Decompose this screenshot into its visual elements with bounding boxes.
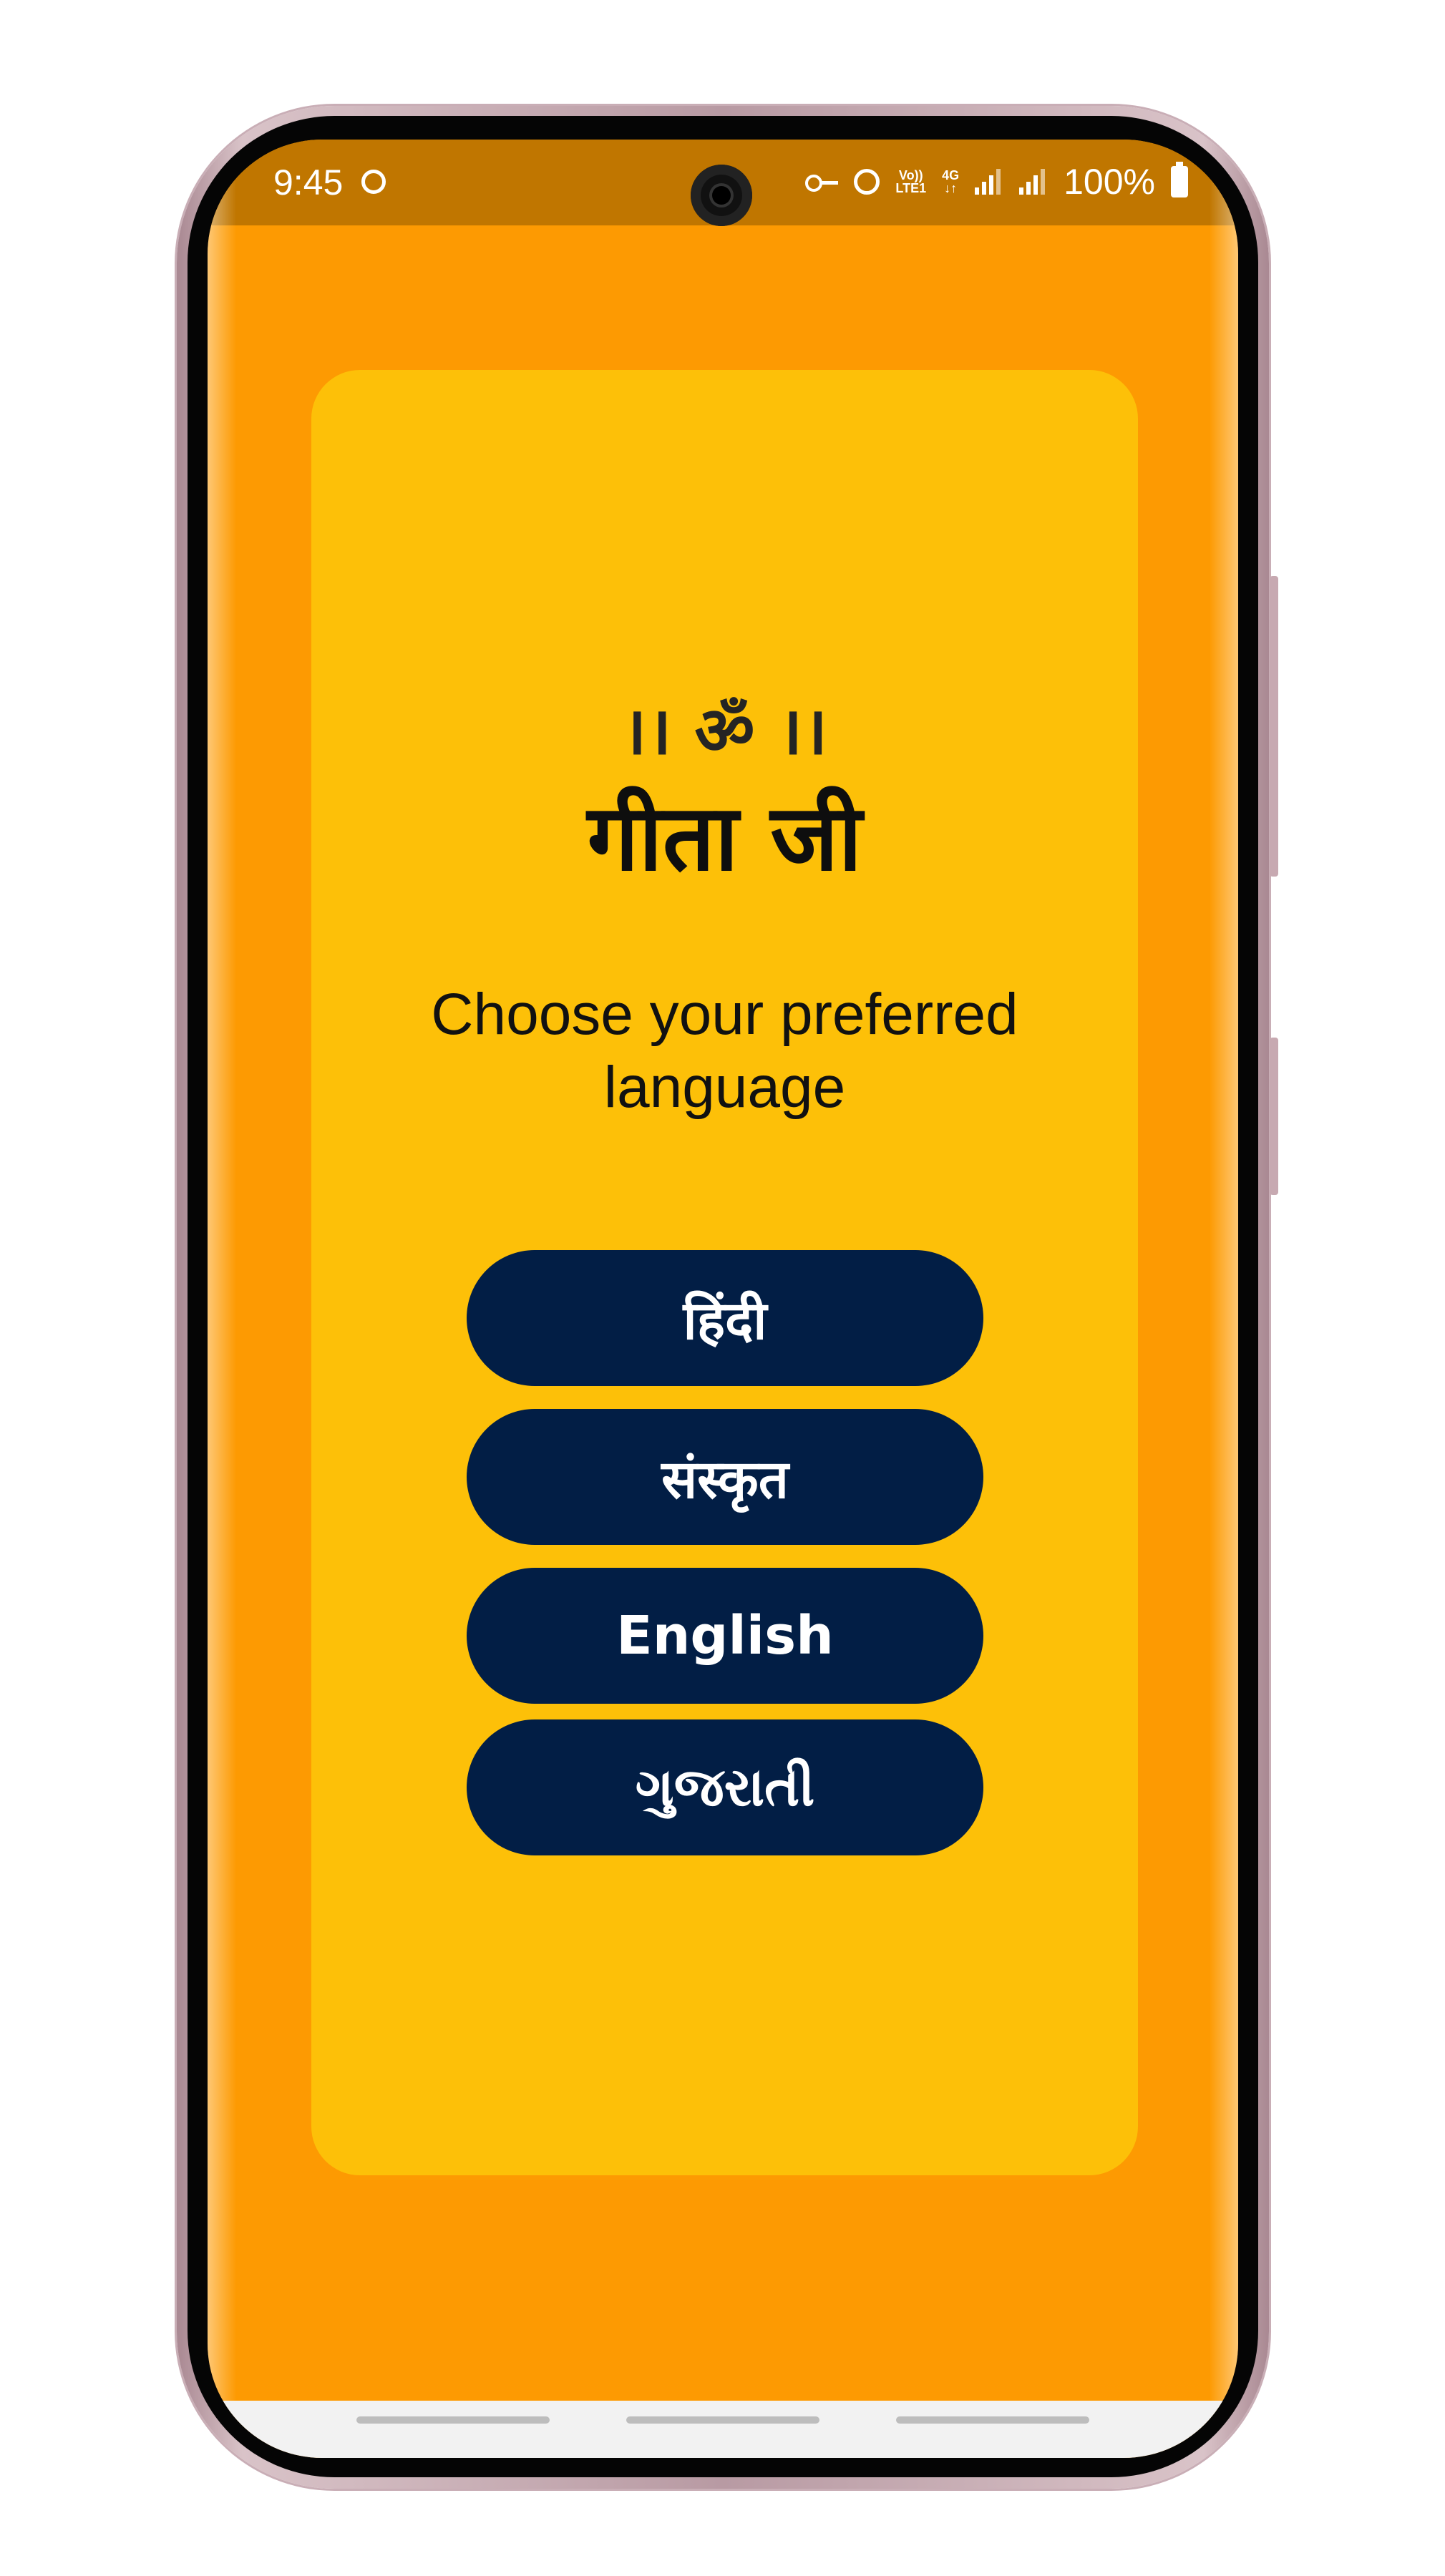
nav-recents-button[interactable] bbox=[356, 2416, 550, 2424]
language-button-english[interactable]: English bbox=[467, 1568, 983, 1704]
screen-edge-highlight bbox=[208, 140, 236, 2458]
signal-icon bbox=[1019, 167, 1048, 196]
alarm-icon bbox=[854, 169, 880, 195]
volte-top-label: Vo)) bbox=[898, 168, 923, 182]
power-button bbox=[1270, 1038, 1278, 1195]
status-time: 9:45 bbox=[273, 162, 344, 203]
language-button-hindi[interactable]: हिंदी bbox=[467, 1250, 983, 1386]
volte-bottom-label: LTE1 bbox=[895, 181, 927, 195]
language-button-sanskrit[interactable]: संस्कृत bbox=[467, 1409, 983, 1545]
status-icons: Vo)) LTE1 4G ↓↑ 100% bbox=[805, 157, 1188, 207]
status-bar: 9:45 Vo)) LTE1 4G ↓↑ 100% bbox=[208, 140, 1238, 226]
navigation-bar bbox=[208, 2401, 1238, 2458]
volte-icon: Vo)) LTE1 bbox=[895, 169, 926, 195]
language-button-gujarati[interactable]: ગુજરાતી bbox=[467, 1719, 983, 1855]
language-prompt: Choose your preferred language bbox=[431, 982, 1018, 1120]
app-title: गीता जी bbox=[587, 785, 862, 892]
app-screen: 9:45 Vo)) LTE1 4G ↓↑ 100% ।। ॐ ।। गीता ज… bbox=[208, 140, 1238, 2458]
battery-percent: 100% bbox=[1064, 162, 1155, 202]
data-arrows-label: ↓↑ bbox=[944, 181, 958, 195]
4g-icon: 4G ↓↑ bbox=[942, 169, 959, 195]
signal-icon bbox=[975, 167, 1003, 196]
battery-icon bbox=[1171, 162, 1188, 197]
front-camera bbox=[691, 165, 752, 226]
screen-edge-highlight bbox=[1210, 140, 1238, 2458]
nav-home-button[interactable] bbox=[626, 2416, 819, 2424]
network-type-label: 4G bbox=[942, 168, 960, 182]
volume-button bbox=[1270, 576, 1278, 877]
notification-icon bbox=[361, 170, 386, 194]
language-card: ।। ॐ ।। गीता जी Choose your preferred la… bbox=[311, 370, 1138, 2175]
om-heading: ।। ॐ ।। bbox=[621, 693, 828, 769]
key-icon bbox=[805, 175, 839, 192]
nav-back-button[interactable] bbox=[896, 2416, 1089, 2424]
